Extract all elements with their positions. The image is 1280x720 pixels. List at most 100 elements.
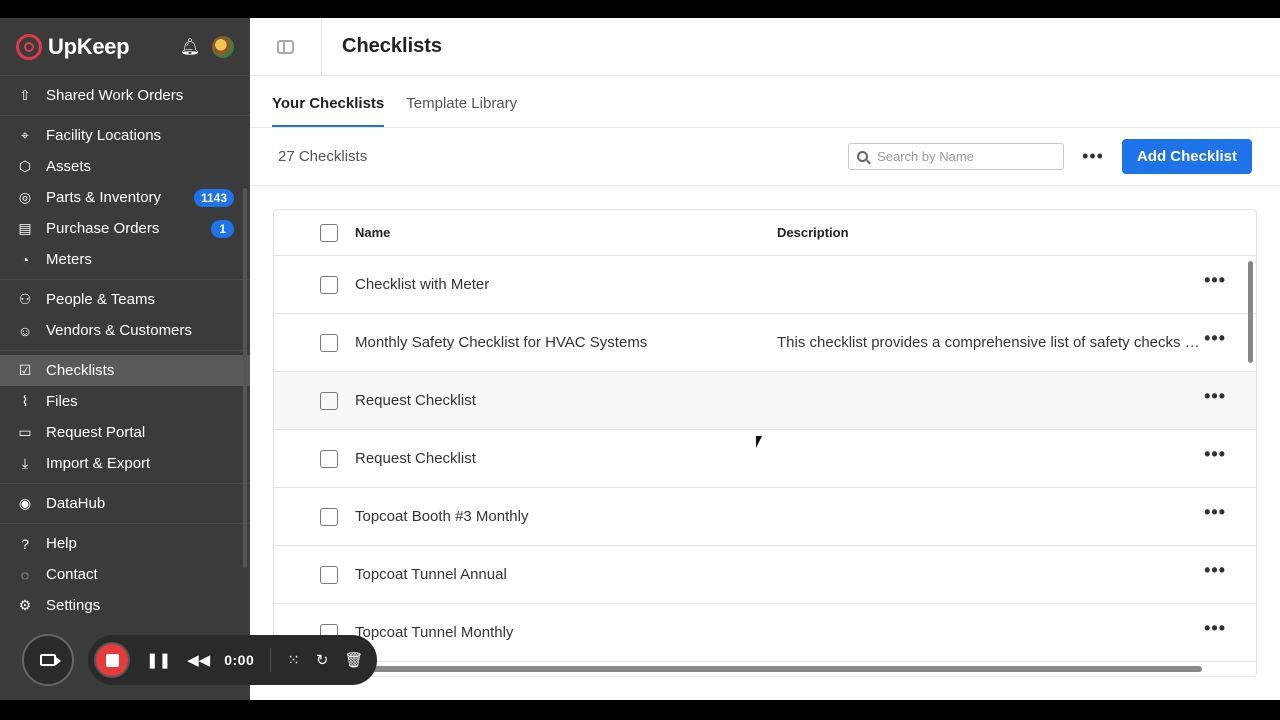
count-badge: 1143: [193, 188, 234, 207]
checklist-name[interactable]: Topcoat Tunnel Annual: [355, 566, 777, 583]
stop-icon: [105, 653, 119, 667]
app-name: UpKeep: [48, 33, 130, 59]
table-vertical-scrollbar[interactable]: [1248, 261, 1253, 363]
trash-icon[interactable]: 🗑︎: [344, 651, 363, 669]
table-row[interactable]: Request Checklist •••: [274, 430, 1256, 488]
checklist-table: Name Description Checklist with Meter ••…: [273, 209, 1257, 677]
table-row[interactable]: Monthly Safety Checklist for HVAC System…: [274, 314, 1256, 372]
add-checklist-button[interactable]: Add Checklist: [1121, 139, 1252, 174]
row-checkbox[interactable]: [320, 333, 338, 352]
row-more-icon[interactable]: •••: [1204, 502, 1226, 523]
sidebar-item-checklists[interactable]: ☑ Checklists: [0, 355, 250, 386]
upload-icon: ⇧: [19, 87, 31, 103]
clipboard-icon: ▤: [18, 220, 32, 236]
row-more-icon[interactable]: •••: [1204, 386, 1226, 407]
rewind-icon[interactable]: ◀◀: [187, 651, 210, 669]
sidebar-item-files[interactable]: ⌇ Files: [0, 386, 250, 417]
screen-recorder-bar: ❚❚ ◀◀ 0:00 ⁙ ↻ 🗑︎: [22, 634, 378, 686]
inbox-icon: ▭: [18, 424, 32, 440]
nav-group-people: ⚇ People & Teams ☺ Vendors & Customers: [0, 280, 250, 351]
row-more-icon[interactable]: •••: [1204, 618, 1226, 639]
search-box[interactable]: [848, 143, 1065, 170]
checklist-name[interactable]: Request Checklist: [355, 392, 777, 409]
paperclip-icon: ⌇: [21, 393, 29, 409]
row-more-icon[interactable]: •••: [1204, 444, 1226, 465]
recorder-controls: ❚❚ ◀◀ 0:00 ⁙ ↻ 🗑︎: [88, 635, 378, 685]
row-checkbox[interactable]: [320, 275, 338, 294]
grid-dots-icon[interactable]: ⁙: [287, 651, 300, 669]
page-title: Checklists: [342, 35, 443, 57]
sidebar-toggle-icon: [277, 39, 294, 54]
row-checkbox[interactable]: [320, 565, 338, 584]
checklist-icon: ☑: [18, 362, 32, 378]
row-more-icon[interactable]: •••: [1204, 328, 1226, 349]
sidebar-item-people-teams[interactable]: ⚇ People & Teams: [0, 284, 250, 315]
sidebar-item-label: Help: [46, 535, 77, 552]
checklist-count: 27 Checklists: [278, 148, 368, 165]
upkeep-logo-icon: [16, 33, 42, 60]
checklist-name[interactable]: Topcoat Booth #3 Monthly: [355, 508, 777, 525]
sidebar-item-label: People & Teams: [46, 291, 155, 308]
sidebar-item-settings[interactable]: ⚙ Settings: [0, 590, 250, 621]
checklist-name[interactable]: Checklist with Meter: [355, 276, 777, 293]
nav-group-data: ◉ DataHub: [0, 484, 250, 524]
sidebar-item-label: Contact: [46, 566, 98, 583]
nav-group-shared: ⇧ Shared Work Orders: [0, 76, 250, 116]
camera-toggle-button[interactable]: [22, 634, 74, 686]
row-more-icon[interactable]: •••: [1204, 560, 1226, 581]
row-more-icon[interactable]: •••: [1204, 270, 1226, 291]
count-badge: 1: [211, 219, 234, 238]
row-checkbox[interactable]: [320, 449, 338, 468]
sidebar-item-facility-locations[interactable]: ⌖ Facility Locations: [0, 120, 250, 151]
sidebar-item-label: Settings: [46, 597, 101, 614]
sidebar-item-help[interactable]: ? Help: [0, 528, 250, 559]
checklist-name[interactable]: Topcoat Tunnel Monthly: [355, 624, 777, 641]
avatar[interactable]: [212, 35, 234, 58]
sidebar-item-label: Checklists: [46, 362, 115, 379]
stop-recording-button[interactable]: [94, 642, 130, 678]
sidebar-item-parts-inventory[interactable]: ◎ Parts & Inventory 1143: [0, 182, 250, 213]
table-row[interactable]: Checklist with Meter •••: [274, 256, 1256, 314]
search-icon: [857, 151, 869, 162]
sidebar-item-purchase-orders[interactable]: ▤ Purchase Orders 1: [0, 213, 250, 244]
tab-bar: Your Checklists Template Library: [250, 76, 1280, 128]
gauge-icon: ◔: [20, 251, 30, 268]
table-row[interactable]: Topcoat Tunnel Annual •••: [274, 546, 1256, 604]
sidebar-item-shared-work-orders[interactable]: ⇧ Shared Work Orders: [0, 80, 250, 111]
sidebar-item-label: Files: [46, 393, 78, 410]
column-header-description: Description: [777, 225, 849, 240]
table-row[interactable]: Topcoat Booth #3 Monthly •••: [274, 488, 1256, 546]
checklist-name[interactable]: Request Checklist: [355, 450, 777, 467]
checklist-name[interactable]: Monthly Safety Checklist for HVAC System…: [355, 334, 777, 351]
download-icon: ⤓: [21, 455, 29, 471]
sidebar-item-request-portal[interactable]: ▭ Request Portal: [0, 417, 250, 448]
column-header-name: Name: [355, 225, 391, 240]
panel-toggle-button[interactable]: [250, 18, 322, 76]
sidebar-item-assets[interactable]: ⬡ Assets: [0, 151, 250, 182]
nav-group-assets: ⌖ Facility Locations ⬡ Assets ◎ Parts & …: [0, 116, 250, 280]
sidebar-item-label: Purchase Orders: [46, 220, 160, 237]
restart-icon[interactable]: ↻: [316, 651, 329, 669]
row-checkbox[interactable]: [320, 391, 338, 410]
search-input[interactable]: [877, 149, 1048, 164]
pause-icon[interactable]: ❚❚: [146, 651, 171, 669]
sidebar-item-import-export[interactable]: ⤓ Import & Export: [0, 448, 250, 479]
more-options-button[interactable]: •••: [1082, 146, 1104, 167]
notification-bell-icon[interactable]: 🔔︎: [180, 37, 200, 57]
tab-your-checklists[interactable]: Your Checklists: [272, 95, 385, 127]
sidebar-item-contact[interactable]: ◌ Contact: [0, 559, 250, 590]
sidebar-item-label: Import & Export: [46, 455, 151, 472]
table-row[interactable]: Request Checklist •••: [274, 372, 1256, 430]
row-checkbox[interactable]: [320, 507, 338, 526]
tab-template-library[interactable]: Template Library: [406, 95, 517, 127]
sidebar-item-datahub[interactable]: ◉ DataHub: [0, 488, 250, 519]
table-header: Name Description: [274, 210, 1256, 256]
sidebar-item-meters[interactable]: ◔ Meters: [0, 244, 250, 275]
table-horizontal-scrollbar[interactable]: [364, 666, 1202, 672]
table-row[interactable]: Topcoat Tunnel Monthly •••: [274, 604, 1256, 662]
brand-bar: UpKeep 🔔︎: [0, 18, 250, 76]
sidebar-item-vendors-customers[interactable]: ☺ Vendors & Customers: [0, 315, 250, 346]
select-all-checkbox[interactable]: [320, 223, 338, 242]
sidebar-scrollbar[interactable]: [243, 188, 247, 568]
sidebar-item-label: Assets: [46, 158, 92, 175]
